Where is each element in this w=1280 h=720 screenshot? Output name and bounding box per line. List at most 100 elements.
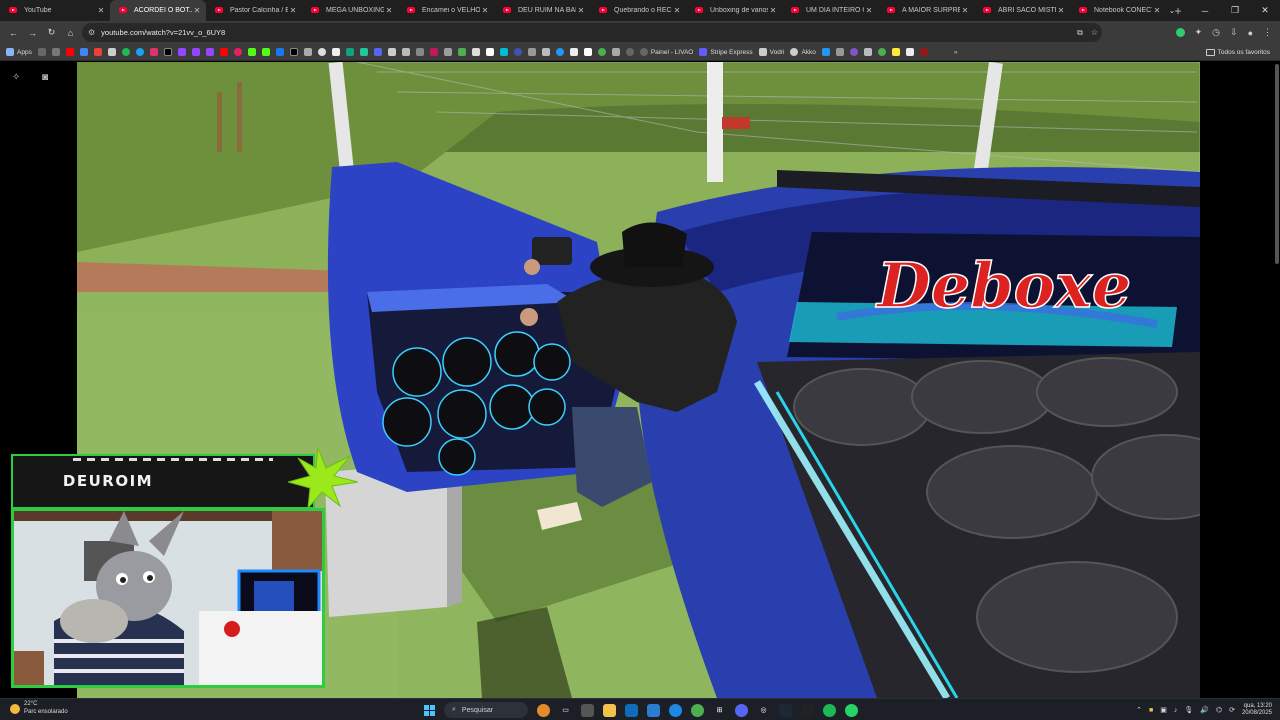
whatsapp-icon[interactable]: [845, 703, 858, 717]
volume-icon[interactable]: 🔊: [1200, 706, 1209, 714]
store-icon[interactable]: [647, 703, 660, 717]
bookmark-item[interactable]: [177, 48, 186, 56]
bookmark-item[interactable]: [457, 48, 466, 56]
address-bar[interactable]: ⚙ youtube.com/watch?v=21vv_o_6UY8 ⧉ ☆: [82, 23, 1102, 42]
taskbar-search[interactable]: ⌕ Pesquisar: [444, 702, 528, 718]
clock[interactable]: qua, 13:20 20/08/2025: [1242, 703, 1272, 718]
widget-icon[interactable]: [537, 703, 550, 717]
bookmark-item[interactable]: [569, 48, 578, 56]
network-icon[interactable]: ⌬: [1216, 706, 1222, 714]
bookmark-item[interactable]: [513, 48, 522, 56]
bookmark-item[interactable]: [905, 48, 914, 56]
tray-overflow-icon[interactable]: ⌃: [1136, 706, 1142, 714]
bookmark-item[interactable]: [541, 48, 550, 56]
bookmark-item[interactable]: [93, 48, 102, 56]
outlook-icon[interactable]: [625, 703, 638, 717]
bookmark-item[interactable]: [191, 48, 200, 56]
bookmark-item[interactable]: [303, 48, 312, 56]
discord-icon[interactable]: [735, 703, 748, 717]
bookmark-item[interactable]: [429, 48, 438, 56]
bookmark-item[interactable]: [877, 48, 886, 56]
bookmark-item[interactable]: [149, 48, 158, 56]
close-tab-icon[interactable]: ✕: [960, 6, 970, 15]
bookmark-apps[interactable]: Apps: [6, 48, 32, 56]
bookmark-item[interactable]: [891, 48, 900, 56]
bookmark-item[interactable]: [471, 48, 480, 56]
bookmark-item[interactable]: [289, 48, 298, 56]
edge-icon[interactable]: [669, 703, 682, 717]
tab-item[interactable]: Encamei o VELHO c ✕: [398, 0, 494, 21]
bookmark-item[interactable]: [527, 48, 536, 56]
bookmark-item[interactable]: [135, 48, 144, 56]
bookmark-item[interactable]: [919, 48, 928, 56]
back-icon[interactable]: ←: [4, 23, 23, 42]
bookmark-item[interactable]: [331, 48, 340, 56]
site-info-icon[interactable]: ⚙: [88, 28, 95, 37]
bookmark-item[interactable]: [821, 48, 830, 56]
bookmark-akko[interactable]: Akko: [790, 48, 816, 56]
close-tab-icon[interactable]: ✕: [768, 6, 778, 15]
close-tab-icon[interactable]: ✕: [192, 6, 202, 15]
bookmark-item[interactable]: [835, 48, 844, 56]
bookmark-item[interactable]: [499, 48, 508, 56]
tab-item[interactable]: Notebook CONECTA✕: [1070, 0, 1166, 21]
calculator-icon[interactable]: ⊞: [713, 704, 726, 717]
tray-app-icon[interactable]: ▣: [1160, 706, 1167, 714]
bookmark-item[interactable]: [583, 48, 592, 56]
bookmark-stripe[interactable]: Stripe Express: [699, 48, 753, 56]
downloads-icon[interactable]: ⇩: [1230, 27, 1238, 38]
bookmark-item[interactable]: [401, 48, 410, 56]
steam-icon[interactable]: [779, 703, 792, 717]
bookmark-item[interactable]: [79, 48, 88, 56]
bookmark-item[interactable]: [485, 48, 494, 56]
bookmark-painel[interactable]: Painel - LIVAO: [639, 48, 693, 56]
tab-item[interactable]: Unboxing de varios ✕: [686, 0, 782, 21]
bookmark-item[interactable]: [625, 48, 634, 56]
chrome-icon[interactable]: [691, 703, 704, 717]
bookmark-item[interactable]: [863, 48, 872, 56]
all-favorites-folder[interactable]: Todos os favoritos: [1205, 44, 1270, 60]
bookmark-item[interactable]: [317, 48, 326, 56]
bookmark-item[interactable]: [555, 48, 564, 56]
forward-icon[interactable]: →: [23, 23, 42, 42]
tab-item[interactable]: DEU RUIM NA BAL ✕: [494, 0, 590, 21]
install-app-icon[interactable]: ⧉: [1077, 28, 1083, 38]
bookmark-item[interactable]: [163, 48, 172, 56]
tray-folder-icon[interactable]: ■: [1149, 707, 1153, 714]
tab-active-video[interactable]: ACORDEI O BOT... ✕: [110, 0, 206, 21]
bookmark-item[interactable]: [373, 48, 382, 56]
tab-item[interactable]: MEGA UNBOXING #✕: [302, 0, 398, 21]
bookmark-item[interactable]: [387, 48, 396, 56]
bookmark-item[interactable]: [415, 48, 424, 56]
close-tab-icon[interactable]: ✕: [1056, 6, 1066, 15]
sparkle-icon[interactable]: ✧: [12, 72, 20, 83]
bookmark-item[interactable]: [121, 48, 130, 56]
bookmark-item[interactable]: [107, 48, 116, 56]
close-tab-icon[interactable]: ✕: [288, 6, 298, 15]
bookmark-vodri[interactable]: Vodri: [758, 48, 784, 56]
bookmark-item[interactable]: [247, 48, 256, 56]
bookmark-item[interactable]: [611, 48, 620, 56]
bookmark-item[interactable]: [345, 48, 354, 56]
close-tab-icon[interactable]: ✕: [384, 6, 394, 15]
more-bookmarks-icon[interactable]: »: [954, 49, 958, 56]
reload-icon[interactable]: ↻: [42, 23, 61, 42]
camera-icon[interactable]: ◙: [42, 72, 48, 83]
file-explorer-icon[interactable]: [603, 703, 616, 717]
bookmark-item[interactable]: [443, 48, 452, 56]
tab-item[interactable]: Pastor Calcinha / Bo ✕: [206, 0, 302, 21]
close-window-icon[interactable]: ✕: [1250, 0, 1280, 21]
minimize-icon[interactable]: ─: [1190, 0, 1220, 21]
url-text[interactable]: youtube.com/watch?v=21vv_o_6UY8: [101, 28, 225, 37]
bookmark-item[interactable]: [275, 48, 284, 56]
bookmark-item[interactable]: [261, 48, 270, 56]
obs-icon[interactable]: ◎: [757, 704, 770, 717]
terminal-icon[interactable]: [801, 703, 814, 717]
video-player[interactable]: ✧ ◙ Deboxe DEUROIM: [0, 62, 1280, 698]
bookmark-item[interactable]: [205, 48, 214, 56]
close-tab-icon[interactable]: ✕: [576, 6, 586, 15]
close-tab-icon[interactable]: ✕: [672, 6, 682, 15]
extensions-puzzle-icon[interactable]: ✦: [1195, 27, 1203, 38]
bookmark-item[interactable]: [51, 48, 60, 56]
bookmark-star-icon[interactable]: ☆: [1091, 28, 1098, 37]
